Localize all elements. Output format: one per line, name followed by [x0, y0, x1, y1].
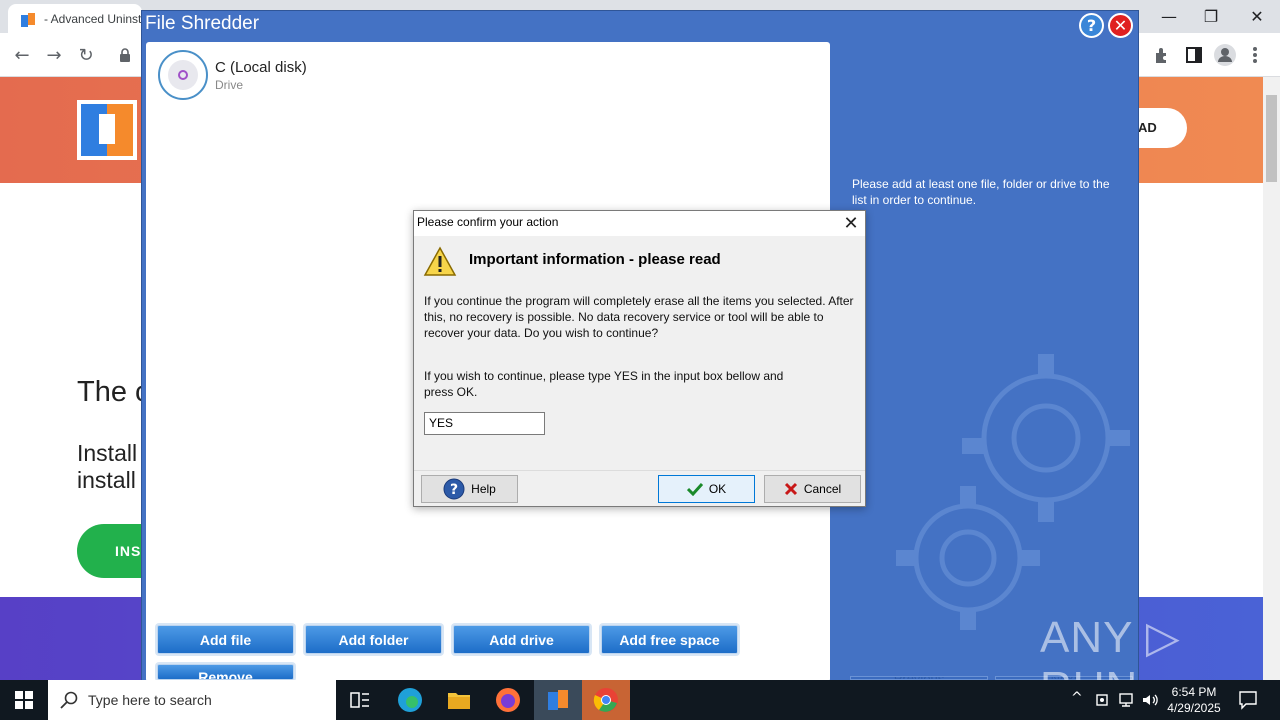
window-minimize-button[interactable]: — — [1146, 0, 1192, 32]
disc-center — [178, 70, 188, 80]
extensions-icon[interactable] — [1153, 46, 1171, 64]
remove-button[interactable]: Remove — [157, 664, 294, 680]
taskbar-search-placeholder: Type here to search — [88, 692, 212, 708]
add-free-space-button[interactable]: Add free space — [601, 625, 738, 654]
add-file-button[interactable]: Add file — [157, 625, 294, 654]
profile-avatar-icon[interactable] — [1214, 44, 1236, 66]
browser-tab[interactable]: - Advanced Uninst — [8, 4, 142, 33]
app-favicon-icon — [21, 13, 35, 27]
side-panel-icon[interactable] — [1186, 47, 1202, 63]
chrome-icon[interactable] — [586, 684, 626, 716]
dialog-instruction-text: If you wish to continue, please type YES… — [424, 369, 784, 399]
scrollbar-thumb[interactable] — [1266, 95, 1277, 182]
tray-device-icon[interactable] — [1095, 692, 1111, 708]
hero-subtext-line2: install — [77, 467, 136, 493]
search-icon — [60, 691, 78, 709]
menu-dots-icon[interactable] — [1252, 46, 1258, 64]
volume-icon[interactable] — [1141, 692, 1159, 708]
gears-decoration-icon — [896, 354, 1130, 630]
dialog-heading: Important information - please read — [469, 251, 721, 268]
info-message: Please add at least one file, folder or … — [852, 177, 1110, 207]
reload-icon[interactable]: ↻ — [75, 44, 97, 66]
dialog-cancel-label: Cancel — [803, 482, 842, 496]
cross-icon — [784, 482, 797, 496]
file-explorer-icon[interactable] — [439, 684, 479, 716]
taskbar-clock[interactable]: 6:54 PM 4/29/2025 — [1163, 684, 1225, 716]
drive-disc-icon — [158, 50, 208, 100]
dialog-help-label: Help — [471, 482, 496, 496]
site-logo-icon — [77, 100, 137, 160]
task-view-icon[interactable] — [340, 684, 380, 716]
dialog-cancel-button[interactable]: Cancel — [764, 475, 861, 503]
svg-text:?: ? — [450, 482, 458, 498]
warning-icon — [423, 246, 457, 276]
dialog-ok-label: OK — [708, 482, 727, 496]
dialog-warning-text: If you continue the program will complet… — [424, 294, 854, 340]
help-circle-icon: ? — [443, 478, 465, 500]
window-close-button[interactable]: ✕ — [1234, 0, 1280, 32]
help-icon[interactable]: ? — [1079, 13, 1104, 38]
dialog-title: Please confirm your action — [417, 215, 559, 229]
window-maximize-button[interactable]: ❐ — [1188, 0, 1234, 32]
lock-icon — [120, 48, 130, 62]
windows-logo-icon — [15, 691, 33, 709]
hero-subtext-line1: Install — [77, 440, 138, 466]
hero-heading: The c — [77, 376, 150, 408]
drive-type: Drive — [215, 78, 244, 92]
advanced-uninstaller-icon[interactable] — [538, 684, 578, 716]
checkmark-icon — [686, 482, 703, 496]
drive-name[interactable]: C (Local disk) — [215, 59, 307, 76]
back-icon[interactable]: ← — [11, 44, 33, 66]
firefox-icon[interactable] — [488, 684, 528, 716]
network-icon[interactable] — [1118, 692, 1136, 708]
tray-chevron-icon[interactable]: ^ — [1071, 690, 1083, 706]
file-shredder-title: File Shredder — [145, 13, 260, 34]
dialog-close-icon[interactable]: ✕ — [840, 212, 862, 234]
browser-tab-title: - Advanced Uninst — [44, 12, 142, 26]
clock-time: 6:54 PM — [1171, 685, 1217, 699]
edge-browser-icon[interactable] — [390, 684, 430, 716]
add-folder-button[interactable]: Add folder — [305, 625, 442, 654]
close-icon[interactable]: ✕ — [1108, 13, 1133, 38]
dialog-ok-button[interactable]: OK — [658, 475, 755, 503]
start-button[interactable] — [0, 680, 48, 720]
add-drive-button[interactable]: Add drive — [453, 625, 590, 654]
notifications-icon[interactable] — [1238, 690, 1258, 710]
confirm-input[interactable]: YES — [424, 412, 545, 435]
hero-subtext: Install install — [77, 440, 137, 494]
forward-icon[interactable]: → — [43, 44, 65, 66]
dialog-help-button[interactable]: ? Help — [421, 475, 518, 503]
clock-date: 4/29/2025 — [1167, 701, 1221, 715]
